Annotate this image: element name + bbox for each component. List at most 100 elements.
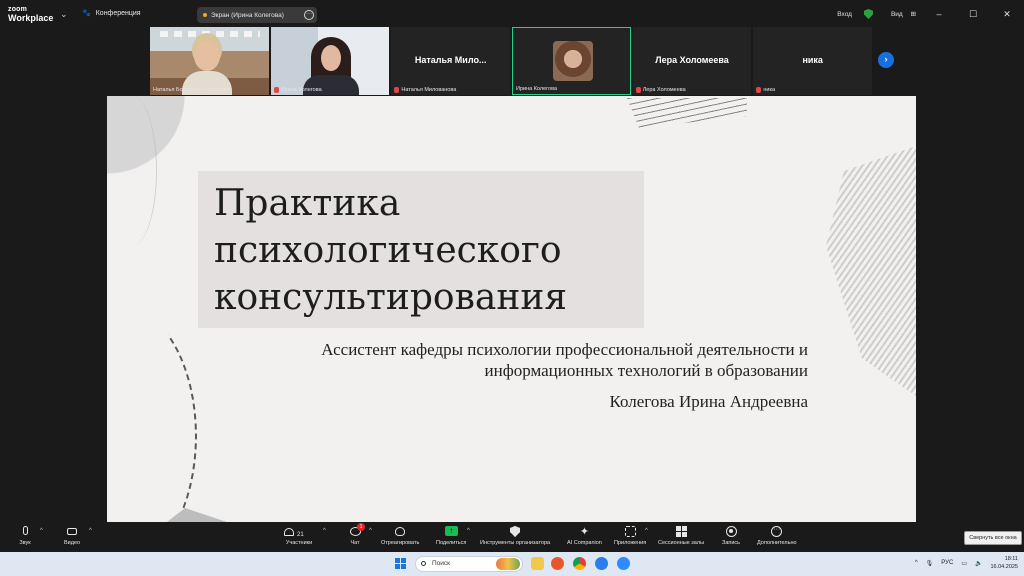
view-button[interactable]: Вид ⊞ — [885, 10, 916, 18]
microphone-icon — [22, 526, 28, 535]
participant-name: Ирина Колегова — [273, 87, 322, 93]
decor-hatch — [826, 146, 916, 396]
grid-icon — [675, 526, 687, 537]
participant-tile[interactable]: Лера Холомеева Лера Холомеева — [632, 27, 752, 95]
language-indicator[interactable]: РУС — [941, 560, 953, 566]
decor-scribble — [107, 96, 157, 246]
participant-name: ника — [756, 87, 775, 93]
close-button[interactable]: ✕ — [996, 9, 1018, 20]
shared-screen-slide: Практика психологического консультирован… — [107, 96, 916, 522]
ai-companion-button[interactable]: ✦ AI Companion — [567, 526, 602, 546]
titlebar-right: Вход Вид ⊞ – ☐ ✕ — [831, 0, 1024, 28]
date: 16.04.2025 — [990, 564, 1018, 570]
minimize-button[interactable]: – — [928, 9, 950, 19]
shield-icon — [510, 526, 521, 537]
share-button[interactable]: ↑ Поделиться — [436, 526, 466, 546]
windows-taskbar: Поиск ^ 🎙 РУС ▭ 🔈 18:11 16.04.2025 — [0, 552, 1024, 576]
share-caret[interactable]: ^ — [467, 528, 470, 534]
clock[interactable]: 18:11 16.04.2025 — [990, 555, 1018, 571]
sparkle-icon: ✦ — [579, 526, 590, 538]
chat-caret[interactable]: ^ — [369, 528, 372, 534]
audio-options-caret[interactable]: ^ — [40, 528, 43, 534]
microphone-tray-icon[interactable]: 🎙 — [926, 560, 934, 567]
signin-link[interactable]: Вход — [837, 11, 852, 18]
share-arrow-icon: ↑ — [444, 526, 458, 536]
slide-title: Практика психологического консультирован… — [214, 183, 568, 318]
tooltip: Свернуть все окна — [964, 531, 1022, 545]
more-button[interactable]: ··· Дополнительно — [757, 526, 797, 546]
host-tools-button[interactable]: Инструменты организатора — [480, 526, 550, 546]
participant-name: Наталья Борисовна Лисовская — [153, 87, 232, 93]
react-button[interactable]: Отреагировать — [381, 526, 419, 546]
breakout-rooms-button[interactable]: Сессионные залы — [658, 526, 704, 546]
conference-label: Конференция — [95, 9, 141, 17]
participant-strip: Наталья Борисовна Лисовская Ирина Колего… — [150, 27, 873, 95]
participant-tile[interactable]: Наталья Борисовна Лисовская — [150, 27, 269, 95]
chat-badge: 1 — [357, 523, 365, 531]
video-button[interactable]: Видео — [64, 526, 80, 546]
apps-caret[interactable]: ^ — [645, 528, 648, 534]
apps-icon — [624, 526, 636, 537]
participants-button[interactable]: 21 Участники — [284, 526, 314, 546]
view-label: Вид — [890, 11, 903, 18]
firefox-icon[interactable] — [551, 557, 564, 570]
network-icon[interactable]: ▭ — [961, 560, 967, 567]
participant-big-name: Наталья Мило... — [414, 55, 487, 65]
decor-lines — [627, 98, 747, 128]
avatar — [553, 41, 594, 81]
participant-name: Ирина Колегова — [516, 86, 557, 92]
mic-muted-icon — [394, 87, 400, 93]
participants-caret[interactable]: ^ — [323, 528, 326, 534]
chevron-up-icon[interactable]: ^ — [915, 560, 918, 566]
decor-arc — [107, 306, 197, 522]
time: 18:11 — [1004, 556, 1018, 562]
participant-tile[interactable]: Наталья Мило... Наталья Милованова — [391, 27, 511, 95]
conference-info-button[interactable]: 🐾 Конференция — [82, 9, 141, 18]
participant-video — [270, 27, 390, 95]
windows-start-icon[interactable] — [395, 558, 406, 569]
heart-icon — [395, 527, 406, 536]
chevron-down-icon[interactable]: ⌄ — [60, 9, 68, 20]
record-icon — [725, 526, 737, 537]
taskbar-search-input[interactable]: Поиск — [415, 556, 523, 572]
participant-tile-active[interactable]: Ирина Колегова — [512, 27, 631, 95]
maximize-button[interactable]: ☐ — [962, 9, 984, 20]
zoom-logo[interactable]: zoom Workplace — [8, 5, 53, 23]
zoom-app-icon[interactable] — [617, 557, 630, 570]
participant-tile[interactable]: ника ника — [753, 27, 873, 95]
paw-icon: 🐾 — [82, 10, 91, 17]
screen-share-indicator[interactable]: Экран (Ирина Колегова) ··· — [197, 7, 317, 23]
video-options-caret[interactable]: ^ — [89, 528, 92, 534]
logo-line2: Workplace — [8, 13, 54, 23]
slide-author: Колегова Ирина Андреевна — [609, 392, 809, 411]
apps-button[interactable]: Приложения — [614, 526, 646, 546]
participant-big-name: ника — [802, 55, 823, 65]
participant-big-name: Лера Холомеева — [655, 55, 729, 65]
edge-icon[interactable] — [595, 557, 608, 570]
next-page-button[interactable]: › — [878, 52, 894, 68]
search-highlight-icon — [496, 558, 520, 570]
search-icon — [421, 561, 426, 566]
system-tray: ^ 🎙 РУС ▭ 🔈 18:11 16.04.2025 — [915, 555, 1018, 571]
mic-muted-icon — [273, 87, 279, 93]
more-dots-icon: ··· — [771, 526, 783, 537]
file-explorer-icon[interactable] — [531, 557, 544, 570]
participant-name: Наталья Милованова — [394, 87, 456, 93]
mic-muted-icon — [756, 87, 762, 93]
chrome-icon[interactable] — [573, 557, 586, 570]
meeting-toolbar: Звук ^ Видео ^ 21 Участники ^ 1 Чат ^ Отре… — [0, 522, 1024, 552]
more-icon[interactable]: ··· — [304, 10, 314, 20]
audio-button[interactable]: Звук — [18, 526, 32, 546]
chat-button[interactable]: 1 Чат — [348, 523, 365, 546]
share-label: Экран (Ирина Колегова) — [211, 11, 284, 19]
participant-tile[interactable]: Ирина Колегова — [270, 27, 390, 95]
slide-subtitle: информационных технологий в образовании — [484, 361, 808, 380]
participant-name: Лера Холомеева — [635, 87, 686, 93]
record-button[interactable]: Запись — [722, 526, 740, 546]
people-icon — [284, 528, 294, 536]
camera-icon — [67, 528, 78, 535]
volume-icon[interactable]: 🔈 — [975, 560, 982, 567]
security-shield-icon[interactable] — [863, 9, 873, 19]
mic-muted-icon — [635, 87, 641, 93]
participant-video — [150, 27, 269, 95]
